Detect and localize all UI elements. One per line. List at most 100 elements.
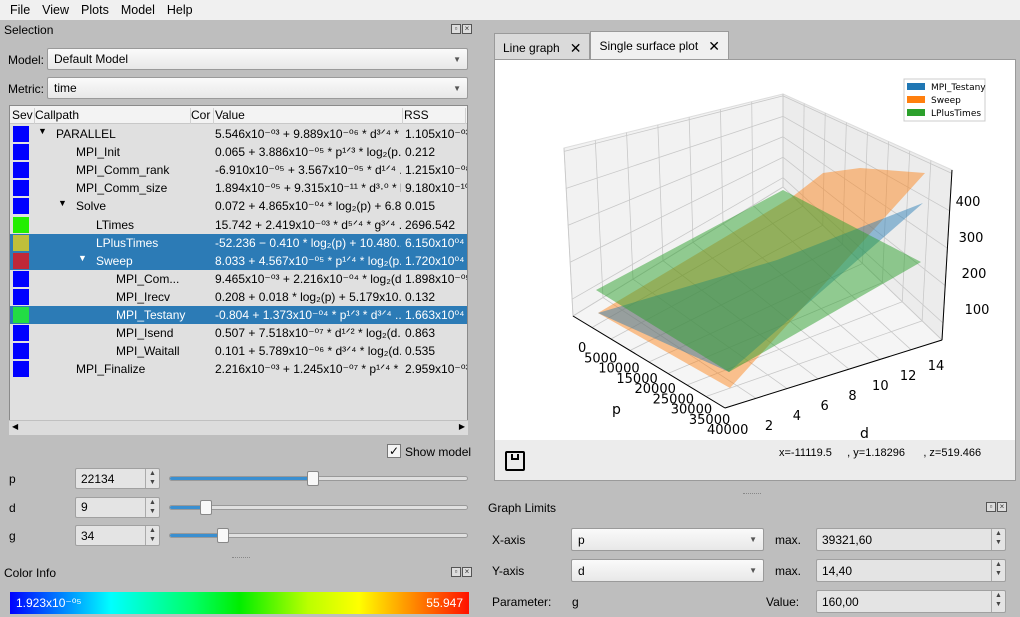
z-tick-label: 200 — [962, 267, 987, 282]
param-slider-p[interactable] — [169, 471, 468, 486]
close-icon[interactable]: × — [997, 502, 1007, 512]
callpath-name: MPI_Comm_size — [76, 181, 168, 196]
callpath-name: MPI_Testany — [116, 308, 186, 322]
menu-plots[interactable]: Plots — [81, 3, 109, 17]
tree-row[interactable]: ▼ Sweep 8.033 + 4.567x10⁻⁰⁵ * p¹ᐟ⁴ * log₂(… — [10, 251, 467, 270]
graph-limits-title: Graph Limits — [488, 501, 557, 515]
menu-help[interactable]: Help — [167, 3, 193, 17]
parameter-value-spinbox[interactable]: 160,00 ▲ ▼ — [816, 590, 1006, 613]
tree-row[interactable]: MPI_Com... 9.465x10⁻⁰³ + 2.216x10⁻⁰⁴ * lo… — [10, 270, 467, 288]
tree-row[interactable]: MPI_Comm_size 1.894x10⁻⁰⁵ + 9.315x10⁻¹¹ *… — [10, 179, 467, 197]
menu-view[interactable]: View — [42, 3, 69, 17]
d-tick-label: 14 — [928, 359, 945, 374]
x-max-spinbox[interactable]: 39321,60 ▲ ▼ — [816, 528, 1006, 551]
menu-model[interactable]: Model — [121, 3, 155, 17]
splitter-handle[interactable] — [743, 493, 761, 494]
col-value[interactable]: Value — [215, 108, 403, 124]
param-spinbox-g[interactable]: 34 ▲ ▼ — [75, 525, 160, 546]
tree-row[interactable]: LTimes 15.742 + 2.419x10⁻⁰³ * d⁵ᐟ⁴ * g³ᐟ⁴… — [10, 216, 467, 234]
model-value: -52.236 − 0.410 * log₂(p) + 10.480... — [215, 235, 401, 250]
model-value: 15.742 + 2.419x10⁻⁰³ * d⁵ᐟ⁴ * g³ᐟ⁴ ... — [215, 217, 401, 232]
color-min: 1.923x10⁻⁰⁵ — [16, 596, 82, 610]
param-value: 9 — [81, 500, 88, 514]
tree-row[interactable]: ▼ Solve 0.072 + 4.865x10⁻⁰⁴ * log₂(p) + 6.… — [10, 197, 467, 215]
tree-row[interactable]: MPI_Waitall 0.101 + 5.789x10⁻⁰⁶ * d³ᐟ⁴ * … — [10, 342, 467, 360]
param-spinbox-p[interactable]: 22134 ▲ ▼ — [75, 468, 160, 489]
param-value: 34 — [81, 528, 95, 543]
callpath-name: MPI_Comm_rank — [76, 163, 170, 178]
y-axis-select[interactable]: d ▼ — [571, 559, 764, 582]
float-icon[interactable]: ▫ — [986, 502, 996, 512]
metric-select[interactable]: time ▼ — [47, 77, 468, 99]
rss-value: 1.105x10⁻⁰³ — [405, 127, 468, 141]
param-slider-d[interactable] — [169, 499, 468, 515]
col-sev[interactable]: Sev — [12, 108, 35, 124]
callpath-name: MPI_Com... — [116, 271, 180, 286]
rss-value: 0.212 — [405, 145, 436, 160]
tree-row[interactable]: MPI_Irecv 0.208 + 0.018 * log₂(p) + 5.179… — [10, 288, 467, 306]
menu-file[interactable]: File — [10, 3, 30, 17]
expand-arrow-icon[interactable]: ▼ — [58, 198, 67, 208]
col-callpath[interactable]: Callpath — [35, 108, 191, 124]
expand-arrow-icon[interactable]: ▼ — [38, 126, 47, 136]
col-rss[interactable]: RSS — [404, 108, 466, 124]
chevron-down-icon: ▼ — [749, 566, 757, 575]
close-tab-icon[interactable]: ✕ — [570, 40, 582, 57]
close-icon[interactable]: × — [462, 24, 472, 34]
spin-arrows-icon[interactable]: ▲ ▼ — [145, 469, 159, 488]
spin-arrows-icon[interactable]: ▲ ▼ — [991, 560, 1005, 581]
value-label: Value: — [766, 595, 800, 609]
tree-row[interactable]: LPlusTimes -52.236 − 0.410 * log₂(p) + 10… — [10, 233, 467, 252]
model-select[interactable]: Default Model ▼ — [47, 48, 468, 70]
parameter-value: g — [572, 595, 579, 609]
selection-dock-buttons[interactable]: ▫ × — [451, 24, 472, 34]
col-cor[interactable]: Cor — [191, 108, 214, 124]
tab-line-graph[interactable]: Line graph ✕ — [494, 33, 591, 62]
severity-swatch — [13, 361, 29, 378]
spin-arrows-icon[interactable]: ▲ ▼ — [991, 529, 1005, 550]
spin-arrows-icon[interactable]: ▲ ▼ — [145, 526, 159, 545]
rss-value: 9.180x10⁻¹⁰ — [405, 181, 468, 196]
severity-swatch — [13, 343, 29, 360]
tree-row[interactable]: MPI_Init 0.065 + 3.886x10⁻⁰⁵ * p¹ᐟ³ * log… — [10, 143, 467, 161]
surface-plot[interactable]: 0500010000150002000025000300003500040000… — [494, 60, 1015, 440]
model-value: 5.546x10⁻⁰³ + 9.889x10⁻⁰⁶ * d³ᐟ⁴ * ... — [215, 127, 401, 141]
tree-header: Sev Callpath Cor Value RSS — [10, 106, 467, 124]
param-slider-g[interactable] — [169, 528, 468, 543]
tree-row[interactable]: MPI_Isend 0.507 + 7.518x10⁻⁰⁷ * d¹ᐟ² * lo… — [10, 324, 467, 342]
x-axis-select[interactable]: p ▼ — [571, 528, 764, 551]
rss-value: 0.863 — [405, 326, 436, 341]
float-icon[interactable]: ▫ — [451, 567, 461, 577]
tree-row[interactable]: MPI_Comm_rank -6.910x10⁻⁰⁵ + 3.567x10⁻⁰⁵ … — [10, 161, 467, 179]
y-max-spinbox[interactable]: 14,40 ▲ ▼ — [816, 559, 1006, 582]
graph-limits-dock-buttons[interactable]: ▫ × — [986, 502, 1007, 512]
tree-row[interactable]: ▼ PARALLEL 5.546x10⁻⁰³ + 9.889x10⁻⁰⁶ * d³ᐟ… — [10, 125, 467, 143]
callpath-name: LTimes — [96, 217, 135, 232]
horizontal-scrollbar[interactable]: ◀ ▶ — [9, 420, 468, 435]
slider-handle[interactable] — [306, 471, 319, 486]
expand-arrow-icon[interactable]: ▼ — [78, 253, 87, 263]
callpath-name: MPI_Finalize — [76, 362, 146, 377]
tab-single-surface-plot[interactable]: Single surface plot ✕ — [590, 31, 729, 60]
slider-handle[interactable] — [199, 499, 212, 515]
color-info-dock-buttons[interactable]: ▫ × — [451, 567, 472, 577]
spin-arrows-icon[interactable]: ▲ ▼ — [991, 591, 1005, 612]
rss-value: 0.535 — [405, 344, 436, 359]
param-spinbox-d[interactable]: 9 ▲ ▼ — [75, 496, 160, 518]
slider-handle[interactable] — [217, 528, 230, 543]
callpath-tree[interactable]: Sev Callpath Cor Value RSS ▼ PARALLEL 5.54… — [9, 105, 468, 435]
rss-value: 6.150x10⁰⁴ — [405, 235, 465, 250]
spin-arrows-icon[interactable]: ▲ ▼ — [145, 497, 159, 517]
p-tick-label: 40000 — [707, 423, 748, 438]
tree-row[interactable]: MPI_Finalize 2.216x10⁻⁰³ + 1.245x10⁻⁰⁷ * … — [10, 360, 467, 378]
splitter-handle[interactable] — [232, 557, 250, 558]
close-icon[interactable]: × — [462, 567, 472, 577]
metric-value: time — [54, 81, 77, 95]
show-model-checkbox[interactable]: ✓ — [387, 444, 401, 458]
legend-entry: Sweep — [931, 96, 961, 106]
model-value: 0.101 + 5.789x10⁻⁰⁶ * d³ᐟ⁴ * log₂(d... — [215, 344, 401, 359]
float-icon[interactable]: ▫ — [451, 24, 461, 34]
close-tab-icon[interactable]: ✕ — [708, 38, 720, 55]
save-icon[interactable] — [505, 451, 525, 471]
tree-row[interactable]: MPI_Testany -0.804 + 1.373x10⁻⁰⁴ * p¹ᐟ³ *… — [10, 306, 467, 324]
